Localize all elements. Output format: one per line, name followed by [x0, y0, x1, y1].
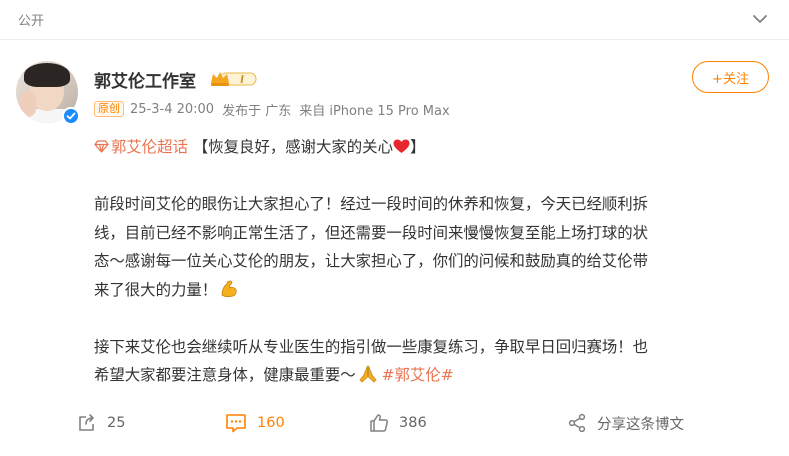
share-label: 分享这条博文	[597, 416, 684, 433]
follow-button[interactable]: +关注	[692, 61, 769, 93]
headline-end: 】	[409, 138, 426, 156]
repost-count: 25	[107, 415, 126, 431]
post-device: 来自 iPhone 15 Pro Max	[299, 103, 450, 119]
like-button[interactable]: 386	[369, 405, 427, 441]
repost-icon	[79, 414, 94, 431]
comment-button[interactable]: 160	[225, 405, 285, 441]
verified-icon	[62, 107, 80, 125]
repost-button[interactable]: 25	[77, 405, 125, 441]
vip-badge-icon[interactable]: I	[210, 70, 258, 87]
chevron-down-icon[interactable]	[751, 10, 769, 28]
share-icon	[568, 413, 586, 433]
body-line: 接下来艾伦也会继续听从专业医生的指引做一些康复练习，争取早日回归赛场！也	[94, 337, 649, 356]
share-button[interactable]: 分享这条博文	[567, 405, 684, 441]
body-line-text: 希望大家都要注意身体，健康最重要～	[94, 366, 356, 384]
comment-icon	[226, 414, 246, 433]
body-line-text: 来了很大的力量！	[94, 280, 218, 299]
hashtag-link[interactable]: #郭艾伦#	[382, 366, 454, 384]
post-location: 发布于 广东	[222, 103, 292, 119]
post-datetime[interactable]: 25-3-4 20:00	[130, 102, 214, 117]
body-line: 前段时间艾伦的眼伤让大家担心了！经过一段时间的休养和恢复，今天已经顺利拆	[94, 195, 649, 213]
post-meta: 原创 25-3-4 20:00 发布于 广东 来自 iPhone 15 Pro …	[94, 100, 450, 119]
headline-text: 【恢复良好，感谢大家的关心	[192, 138, 393, 156]
author-name[interactable]: 郭艾伦工作室	[94, 67, 196, 92]
folded-hands-emoji	[359, 365, 377, 383]
action-bar: 25 160 386 分享这条博文	[0, 405, 789, 441]
supertopic-link[interactable]: 郭艾伦超话	[111, 138, 188, 156]
flexed-biceps-emoji	[221, 280, 237, 297]
like-count: 386	[399, 415, 427, 431]
body-line-last: 来了很大的力量！	[94, 276, 774, 305]
visibility-label: 公开	[18, 14, 45, 29]
post-content: 郭艾伦超话 【恢复良好，感谢大家的关心】 前段时间艾伦的眼伤让大家担心了！经过一…	[94, 133, 774, 390]
diamond-icon	[94, 140, 109, 153]
thumbs-up-icon	[370, 414, 389, 432]
headline-line: 郭艾伦超话 【恢复良好，感谢大家的关心】	[94, 133, 774, 162]
body-line: 线，目前已经不影响正常生活了，但还需要一段时间来慢慢恢复至能上场打球的状	[94, 223, 649, 242]
comment-count: 160	[257, 415, 285, 431]
svg-text:I: I	[239, 76, 245, 86]
body-line: 态～感谢每一位关心艾伦的朋友，让大家担心了，你们的问候和鼓励真的给艾伦带	[94, 252, 649, 270]
red-heart-emoji	[393, 139, 410, 153]
body-line-last: 希望大家都要注意身体，健康最重要～ #郭艾伦#	[94, 361, 774, 390]
original-tag: 原创	[94, 101, 124, 117]
post-top-bar: 公开	[0, 0, 789, 40]
